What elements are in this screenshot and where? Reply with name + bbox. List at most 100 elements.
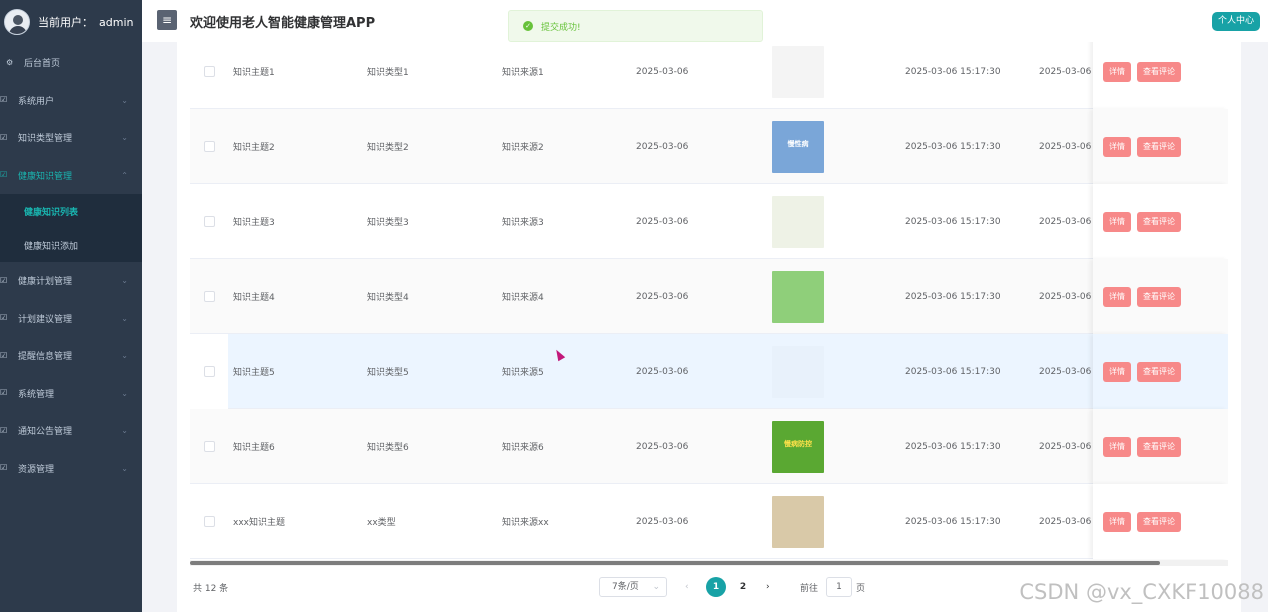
prev-page-icon[interactable]: ‹ xyxy=(685,582,689,592)
row-select-cell xyxy=(190,484,228,559)
detail-button[interactable]: 详情 xyxy=(1103,61,1131,82)
row-select-cell xyxy=(190,334,228,409)
scrollbar-thumb[interactable] xyxy=(190,561,1160,565)
table-row[interactable]: 知识主题1 知识类型1 知识来源1 2025-03-06 2025-03-06 15:1… xyxy=(190,42,1228,109)
sidebar-item-label: 健康知识列表 xyxy=(24,207,79,218)
row-checkbox[interactable] xyxy=(203,216,215,227)
goto-page-input[interactable]: 1 xyxy=(826,577,852,597)
table-row[interactable]: 知识主题5 知识类型5 知识来源5 2025-03-06 2025-03-06 15:1… xyxy=(190,334,1228,409)
table-row[interactable]: xxx知识主题 xx类型 知识来源xx 2025-03-06 2025-03-06 15… xyxy=(190,484,1228,559)
sidebar-item-label: 计划建议管理 xyxy=(18,314,73,325)
row-checkbox[interactable] xyxy=(203,291,215,302)
knowledge-thumbnail[interactable]: 慢性病 xyxy=(772,120,824,173)
row-checkbox[interactable] xyxy=(203,516,215,527)
type-cell: 知识类型6 xyxy=(367,443,409,453)
updated-time-cell: 2025-03-06 xyxy=(1039,291,1092,302)
chevron-up-icon: ⌃ xyxy=(121,170,128,180)
type-cell: xx类型 xyxy=(367,518,396,528)
next-page-icon[interactable]: › xyxy=(766,582,770,592)
sidebar-item-plan-advice[interactable]: ☑ 计划建议管理 ⌄ xyxy=(0,300,142,338)
knowledge-thumbnail[interactable] xyxy=(772,45,824,98)
topic-cell: 知识主题3 xyxy=(233,218,275,228)
sidebar-item-label: 资源管理 xyxy=(18,464,55,475)
table-row[interactable]: 知识主题4 知识类型4 知识来源4 2025-03-06 2025-03-06 15:1… xyxy=(190,259,1228,334)
table-row[interactable]: 知识主题6 知识类型6 知识来源6 2025-03-06 慢病防控 2025-03-06 … xyxy=(190,409,1228,484)
table-row[interactable]: 知识主题3 知识类型3 知识来源3 2025-03-06 2025-03-06 15:1… xyxy=(190,184,1228,259)
personal-center-button[interactable]: 个人中心 xyxy=(1211,12,1260,31)
sidebar-item-notice[interactable]: ☑ 通知公告管理 ⌄ xyxy=(0,412,142,450)
view-comments-button[interactable]: 查看评论 xyxy=(1137,511,1181,532)
view-comments-button[interactable]: 查看评论 xyxy=(1137,436,1181,457)
source-cell: 知识来源5 xyxy=(502,368,544,378)
sidebar-item-system-users[interactable]: ☑ 系统用户 ⌄ xyxy=(0,82,142,120)
thumbnail-caption: 慢性病 xyxy=(787,139,809,148)
edit-icon: ☑ xyxy=(0,170,8,180)
date-cell: 2025-03-06 xyxy=(636,141,689,152)
source-cell: 知识来源3 xyxy=(502,218,544,228)
page-1[interactable]: 1 xyxy=(706,577,726,597)
row-checkbox[interactable] xyxy=(203,141,215,152)
edit-icon: ☑ xyxy=(0,350,8,360)
sidebar-item-reminder[interactable]: ☑ 提醒信息管理 ⌄ xyxy=(0,337,142,375)
sidebar-item-home[interactable]: ⚙ 后台首页 xyxy=(0,44,142,82)
type-cell: 知识类型2 xyxy=(367,143,409,153)
created-time-cell: 2025-03-06 15:17:30 xyxy=(905,66,1001,77)
image-cell: 慢病防控 xyxy=(768,409,828,484)
detail-button[interactable]: 详情 xyxy=(1103,361,1131,382)
chevron-down-icon: ⌄ xyxy=(121,313,128,323)
knowledge-thumbnail[interactable] xyxy=(772,345,824,398)
sidebar: 当前用户： admin ⚙ 后台首页 ☑ 系统用户 ⌄ ☑ 知识类型管理 ⌄ ☑ … xyxy=(0,0,142,612)
user-name: admin xyxy=(99,16,134,29)
knowledge-thumbnail[interactable]: 慢病防控 xyxy=(772,420,824,473)
image-cell xyxy=(768,259,828,334)
table-row[interactable]: 知识主题2 知识类型2 知识来源2 2025-03-06 慢性病 2025-03-06 1… xyxy=(190,109,1228,184)
row-checkbox[interactable] xyxy=(203,366,215,377)
view-comments-button[interactable]: 查看评论 xyxy=(1137,361,1181,382)
chevron-down-icon: ⌄ xyxy=(121,388,128,398)
toast-message: 提交成功! xyxy=(541,22,581,33)
source-cell: 知识来源6 xyxy=(502,443,544,453)
sidebar-item-label: 知识类型管理 xyxy=(18,134,73,145)
sidebar-item-system-manage[interactable]: ☑ 系统管理 ⌄ xyxy=(0,375,142,413)
menu-toggle-icon[interactable]: ≡ xyxy=(157,10,177,30)
detail-button[interactable]: 详情 xyxy=(1103,211,1131,232)
view-comments-button[interactable]: 查看评论 xyxy=(1137,211,1181,232)
submenu-health-knowledge: 健康知识列表 健康知识添加 xyxy=(0,194,142,262)
knowledge-thumbnail[interactable] xyxy=(772,195,824,248)
operations-cell: 详情 查看评论 xyxy=(1093,484,1228,559)
sidebar-item-knowledge-type[interactable]: ☑ 知识类型管理 ⌄ xyxy=(0,119,142,157)
updated-time-cell: 2025-03-06 xyxy=(1039,516,1092,527)
horizontal-scrollbar[interactable] xyxy=(190,560,1228,566)
app-title: 欢迎使用老人智能健康管理APP xyxy=(190,16,376,31)
view-comments-button[interactable]: 查看评论 xyxy=(1137,61,1181,82)
created-time-cell: 2025-03-06 15:17:30 xyxy=(905,216,1001,227)
sidebar-item-health-plan[interactable]: ☑ 健康计划管理 ⌄ xyxy=(0,262,142,300)
page-size-select[interactable]: 7条/页 ⌄ xyxy=(599,577,667,597)
detail-button[interactable]: 详情 xyxy=(1103,136,1131,157)
row-select-cell xyxy=(190,259,228,334)
date-cell: 2025-03-06 xyxy=(636,516,689,527)
view-comments-button[interactable]: 查看评论 xyxy=(1137,136,1181,157)
sidebar-item-knowledge-list[interactable]: 健康知识列表 xyxy=(0,194,142,228)
row-checkbox[interactable] xyxy=(203,66,215,77)
avatar xyxy=(4,9,30,35)
sidebar-item-label: 通知公告管理 xyxy=(18,427,73,438)
edit-icon: ☑ xyxy=(0,388,8,398)
detail-button[interactable]: 详情 xyxy=(1103,286,1131,307)
sidebar-menu: ⚙ 后台首页 ☑ 系统用户 ⌄ ☑ 知识类型管理 ⌄ ☑ 健康知识管理 ⌃ 健康… xyxy=(0,44,142,487)
created-time-cell: 2025-03-06 15:17:30 xyxy=(905,366,1001,377)
sidebar-item-health-knowledge[interactable]: ☑ 健康知识管理 ⌃ xyxy=(0,157,142,195)
goto-suffix: 页 xyxy=(856,583,866,594)
view-comments-button[interactable]: 查看评论 xyxy=(1137,286,1181,307)
page-2[interactable]: 2 xyxy=(733,577,753,597)
sidebar-item-label: 健康知识管理 xyxy=(18,171,73,182)
knowledge-thumbnail[interactable] xyxy=(772,495,824,548)
knowledge-thumbnail[interactable] xyxy=(772,270,824,323)
detail-button[interactable]: 详情 xyxy=(1103,511,1131,532)
total-count: 共 12 条 xyxy=(193,583,229,594)
row-checkbox[interactable] xyxy=(203,441,215,452)
sidebar-item-label: 健康计划管理 xyxy=(18,277,73,288)
sidebar-item-knowledge-add[interactable]: 健康知识添加 xyxy=(0,228,142,262)
sidebar-item-resource[interactable]: ☑ 资源管理 ⌄ xyxy=(0,450,142,488)
detail-button[interactable]: 详情 xyxy=(1103,436,1131,457)
